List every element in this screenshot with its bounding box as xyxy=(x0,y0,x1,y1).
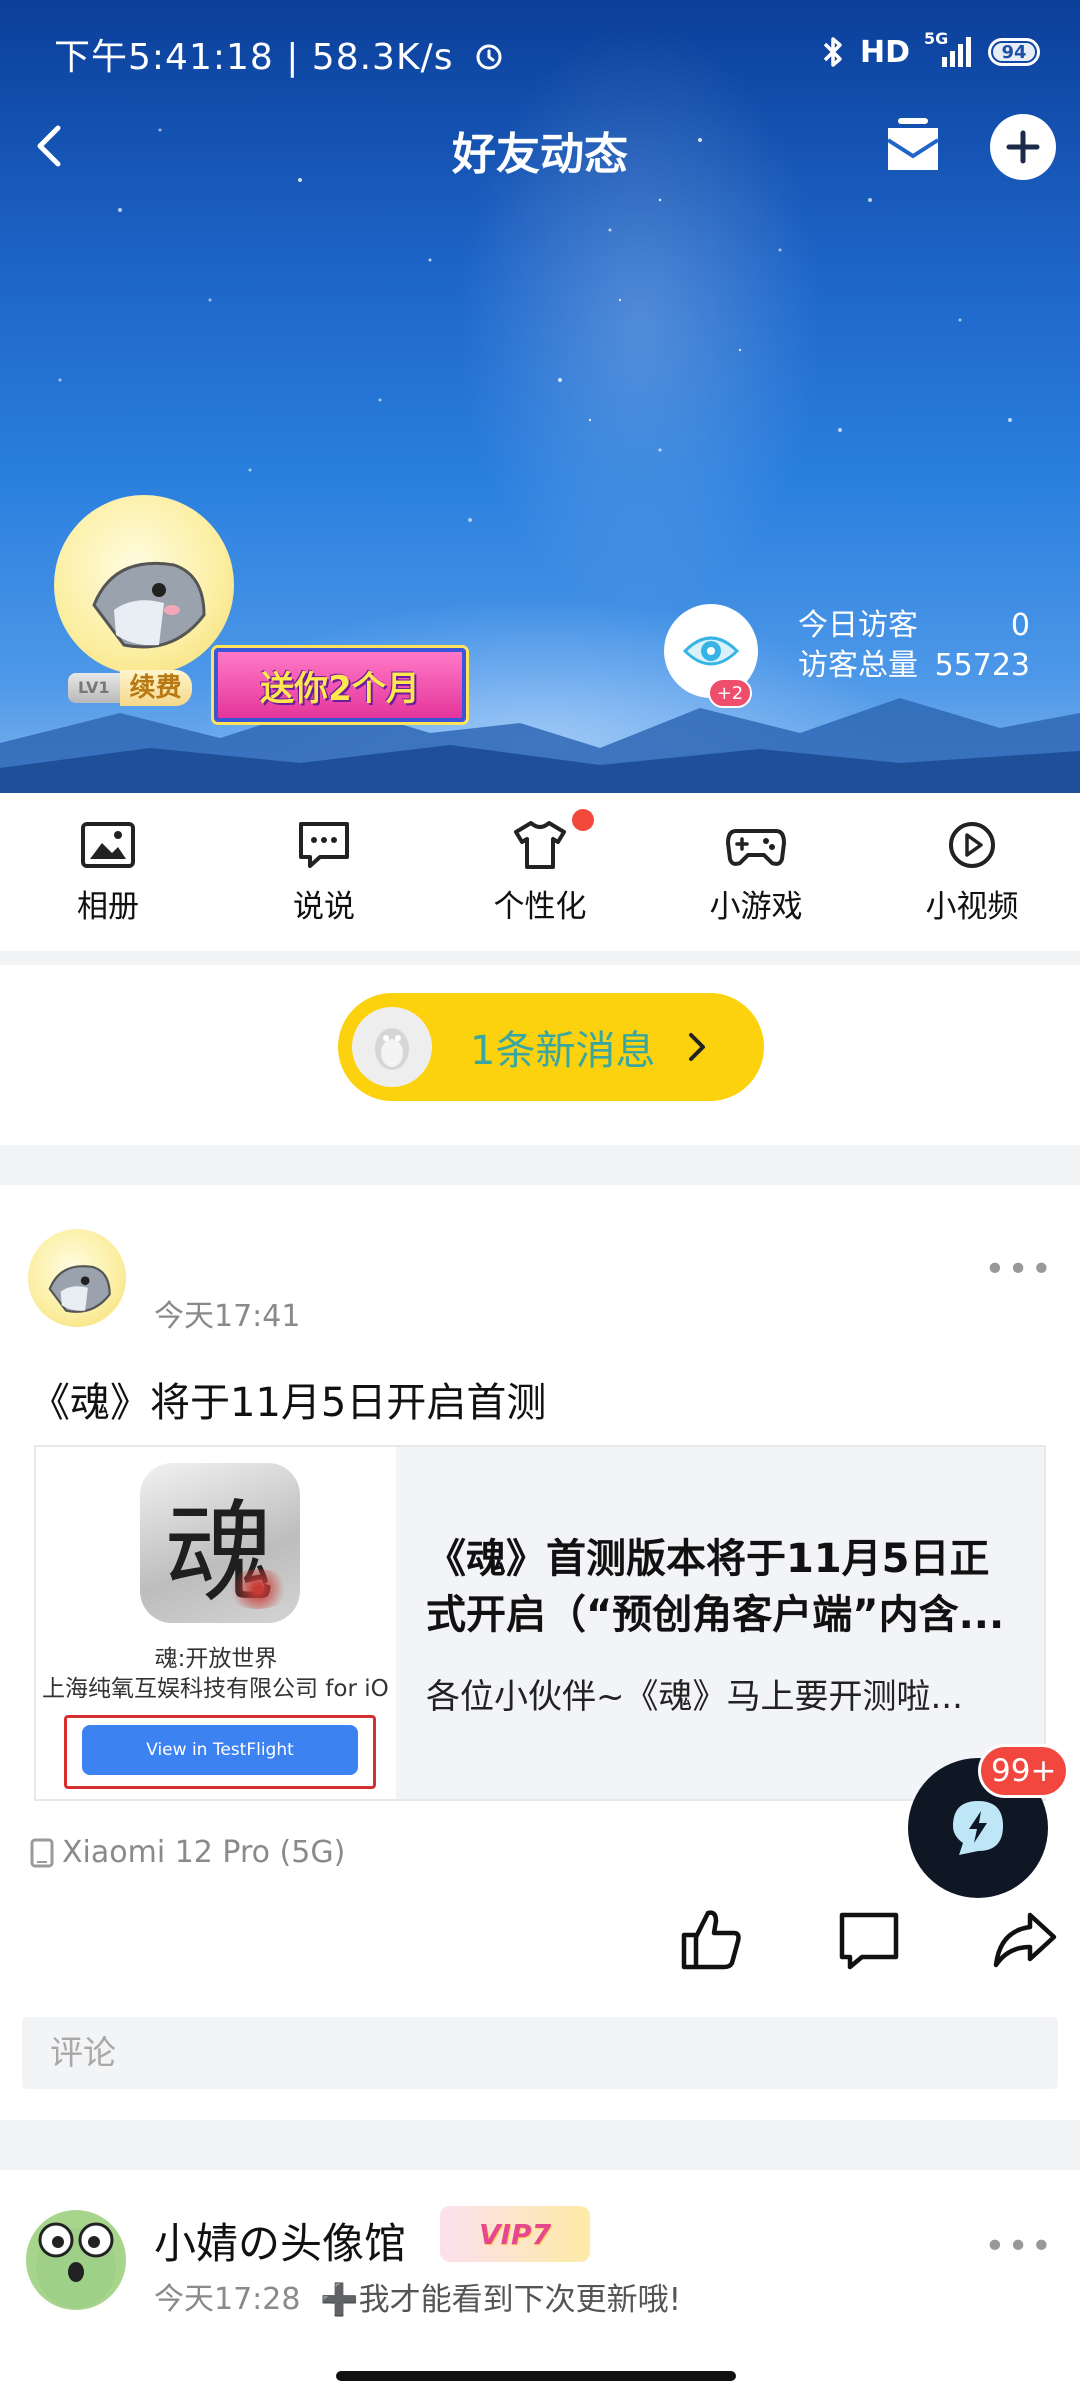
today-visitors-value: 0 xyxy=(1010,608,1030,643)
alarm-icon xyxy=(476,44,502,70)
gamepad-icon xyxy=(726,829,786,866)
signal-icon: 5G xyxy=(924,29,974,69)
comment-input[interactable]: 评论 xyxy=(22,2017,1058,2089)
bluetooth-icon xyxy=(823,37,842,67)
quick-menu-games[interactable]: 小游戏 xyxy=(648,793,864,951)
post-author-avatar[interactable] xyxy=(26,2210,126,2310)
photo-album-icon xyxy=(81,822,135,868)
vip-label: VIP7 xyxy=(478,2217,552,2251)
vip-badge[interactable]: VIP7 xyxy=(440,2206,590,2262)
app-icon: 魂 xyxy=(140,1463,300,1623)
battery-indicator: 94 xyxy=(988,38,1040,66)
quick-menu-label: 个性化 xyxy=(493,889,587,925)
quick-menu-label: 小游戏 xyxy=(709,889,803,925)
post-actions xyxy=(0,1905,1080,2005)
post-timestamp: 今天17:28 xyxy=(154,2282,301,2317)
device-label: Xiaomi 12 Pro (5G) xyxy=(62,1835,346,1870)
lightning-chat-icon xyxy=(953,1801,1003,1855)
new-message-section: 1条新消息 xyxy=(0,965,1080,1145)
quick-menu-videos[interactable]: 小视频 xyxy=(864,793,1080,951)
link-thumbnail: 魂 魂:开放世界 上海纯氧互娱科技有限公司 for iO View in Tes… xyxy=(36,1447,396,1799)
t-shirt-icon xyxy=(514,821,566,869)
chevron-right-icon xyxy=(689,1033,706,1061)
mail-icon[interactable] xyxy=(880,114,946,180)
more-options-icon[interactable]: ••• xyxy=(984,2226,1054,2267)
testflight-button-image: View in TestFlight xyxy=(82,1725,358,1775)
post-author-avatar[interactable] xyxy=(28,1229,126,1327)
unread-count-badge: 99+ xyxy=(978,1744,1070,1798)
thumbnail-company: 上海纯氧互娱科技有限公司 for iO xyxy=(42,1676,389,1702)
level-badge: LV1 xyxy=(68,673,120,703)
thumbnail-app-name: 魂:开放世界 xyxy=(154,1646,278,1672)
phone-icon xyxy=(30,1838,54,1867)
status-time-speed: 下午5:41:18 | 58.3K/s xyxy=(54,28,506,80)
total-visitors-value: 55723 xyxy=(934,648,1030,683)
gift-promo-banner[interactable]: 送你2个月 xyxy=(214,648,466,722)
share-icon[interactable] xyxy=(990,1905,1060,1975)
feed-post: 小婧の头像馆 VIP7 今天17:28 ➕我才能看到下次更新哦! ••• xyxy=(0,2170,1080,2400)
hd-indicator: HD xyxy=(859,34,910,70)
quick-menu: 相册 说说 个性化 小游戏 小视频 xyxy=(0,793,1080,951)
feed-post: 今天17:41 ••• 《魂》将于11月5日开启首测 魂 魂:开放世界 上海纯氧… xyxy=(0,1185,1080,2120)
renew-badge[interactable]: LV1 续费 xyxy=(68,668,208,708)
fish-avatar-image xyxy=(92,561,206,649)
quick-menu-personalize[interactable]: 个性化 xyxy=(432,793,648,951)
play-circle-icon xyxy=(949,822,995,868)
profile-avatar[interactable] xyxy=(54,495,234,675)
visitor-button[interactable]: +2 xyxy=(664,604,758,708)
post-text: 《魂》将于11月5日开启首测 xyxy=(30,1380,547,1426)
penguin-avatar-icon xyxy=(352,1007,432,1087)
add-button[interactable] xyxy=(990,114,1056,180)
author-signature: ➕我才能看到下次更新哦! xyxy=(320,2282,682,2318)
status-bar: 下午5:41:18 | 58.3K/s HD 5G 94 xyxy=(0,0,1080,100)
notification-dot xyxy=(572,809,594,831)
shared-link-card[interactable]: 魂 魂:开放世界 上海纯氧互娱科技有限公司 for iO View in Tes… xyxy=(34,1445,1046,1801)
frog-avatar-image xyxy=(36,2222,116,2308)
post-timestamp: 今天17:41 xyxy=(154,1299,301,1334)
gift-label: 送你2个月 xyxy=(260,668,420,709)
quick-menu-label: 小视频 xyxy=(925,889,1019,925)
nav-bar: 好友动态 xyxy=(0,100,1080,196)
visitor-stats[interactable]: 今日访客 0 访客总量 55723 xyxy=(798,606,1030,686)
home-indicator[interactable] xyxy=(336,2371,736,2381)
post-author-name[interactable]: 小婧の头像馆 xyxy=(154,2210,406,2271)
link-description: 各位小伙伴~《魂》马上要开测啦... xyxy=(426,1677,963,1717)
more-options-icon[interactable]: ••• xyxy=(984,1249,1054,1290)
comment-icon[interactable] xyxy=(834,1905,904,1975)
today-visitors-label: 今日访客 xyxy=(798,608,918,643)
post-device: Xiaomi 12 Pro (5G) xyxy=(30,1835,345,1870)
renew-label: 续费 xyxy=(119,670,192,706)
link-title: 《魂》首测版本将于11月5日正式开启（“预创角客户端”内含... xyxy=(426,1536,1005,1638)
total-visitors-label: 访客总量 xyxy=(798,648,918,683)
new-message-label: 1条新消息 xyxy=(470,1028,656,1074)
new-message-button[interactable]: 1条新消息 xyxy=(338,993,764,1101)
like-icon[interactable] xyxy=(676,1905,746,1975)
eye-icon xyxy=(682,636,740,666)
cover-banner: 下午5:41:18 | 58.3K/s HD 5G 94 好友动态 LV1 续费… xyxy=(0,0,1080,793)
quick-menu-label: 相册 xyxy=(77,889,139,925)
quick-menu-label: 说说 xyxy=(293,889,355,925)
visitor-new-badge: +2 xyxy=(708,678,752,708)
quick-menu-moments[interactable]: 说说 xyxy=(216,793,432,951)
plus-icon xyxy=(1006,130,1040,164)
chat-bubble-icon xyxy=(299,822,349,868)
fish-avatar-image xyxy=(48,1265,111,1313)
quick-menu-album[interactable]: 相册 xyxy=(0,793,216,951)
